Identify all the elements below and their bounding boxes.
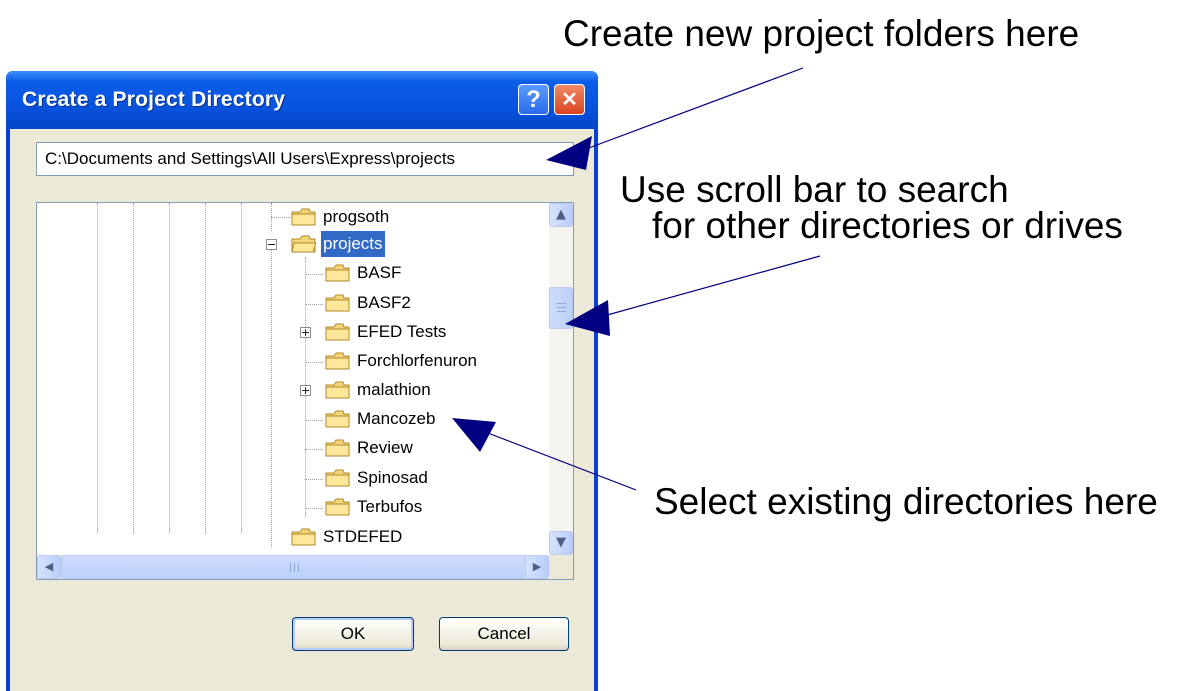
arrowhead-create-folders: [546, 136, 592, 170]
arrow-line-scrollbar: [599, 255, 821, 318]
arrow-line-create-folders: [577, 67, 804, 153]
arrowhead-select-existing: [452, 418, 496, 452]
annotation-arrows: [452, 67, 821, 491]
arrow-line-select-existing: [479, 429, 637, 491]
arrowhead-scrollbar: [565, 300, 610, 336]
